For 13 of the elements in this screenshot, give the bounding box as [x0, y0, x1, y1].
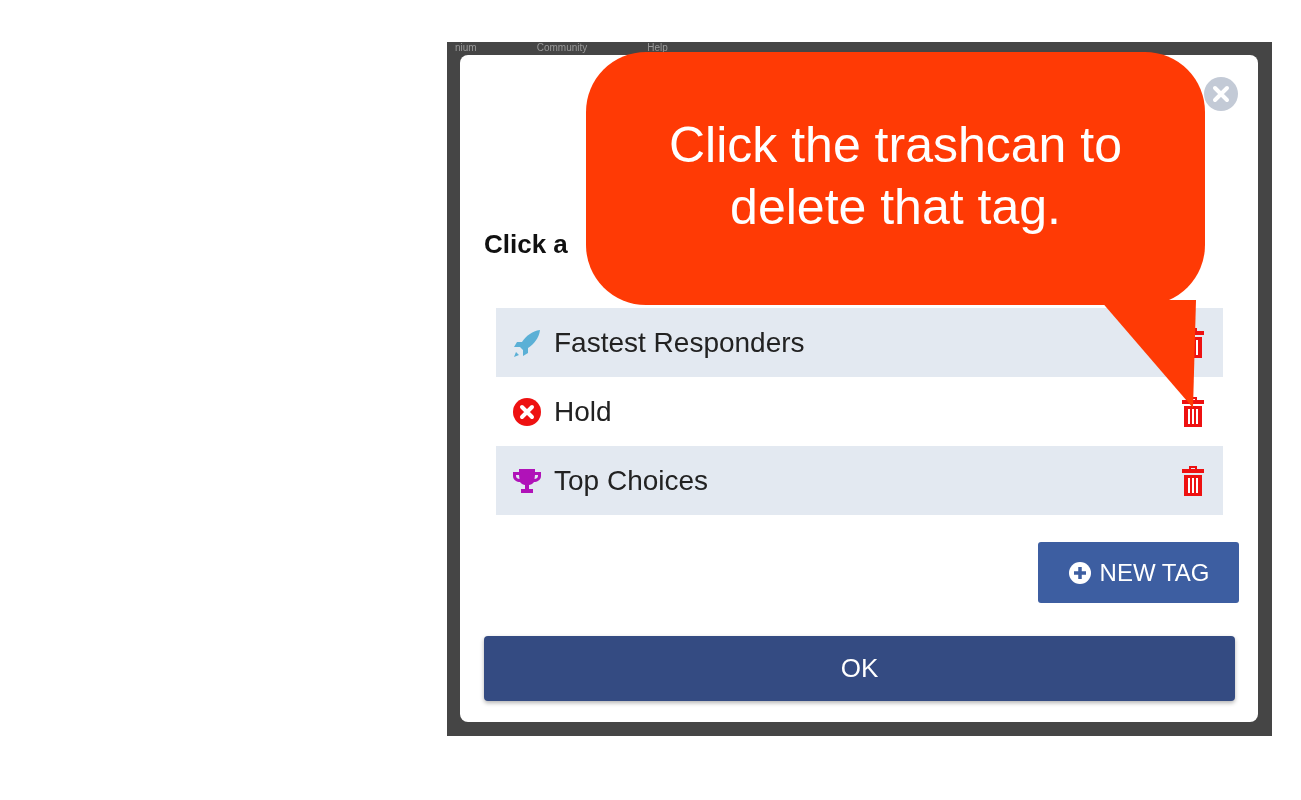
dialog-heading: Click a: [484, 229, 568, 260]
plus-circle-icon: [1067, 560, 1092, 585]
new-tag-button[interactable]: NEW TAG: [1038, 542, 1239, 603]
callout-bubble: Click the trashcan to delete that tag.: [586, 52, 1205, 305]
ok-button[interactable]: OK: [484, 636, 1235, 701]
trash-icon[interactable]: [1181, 464, 1205, 497]
tag-row[interactable]: Top Choices: [496, 446, 1223, 515]
tag-row[interactable]: Fastest Responders: [496, 308, 1223, 377]
tag-label: Top Choices: [554, 464, 710, 497]
tag-label: Fastest Responders: [554, 326, 806, 359]
tag-label: Hold: [554, 395, 613, 428]
tag-row[interactable]: Hold: [496, 377, 1223, 446]
nav-link[interactable]: Community: [536, 42, 588, 55]
